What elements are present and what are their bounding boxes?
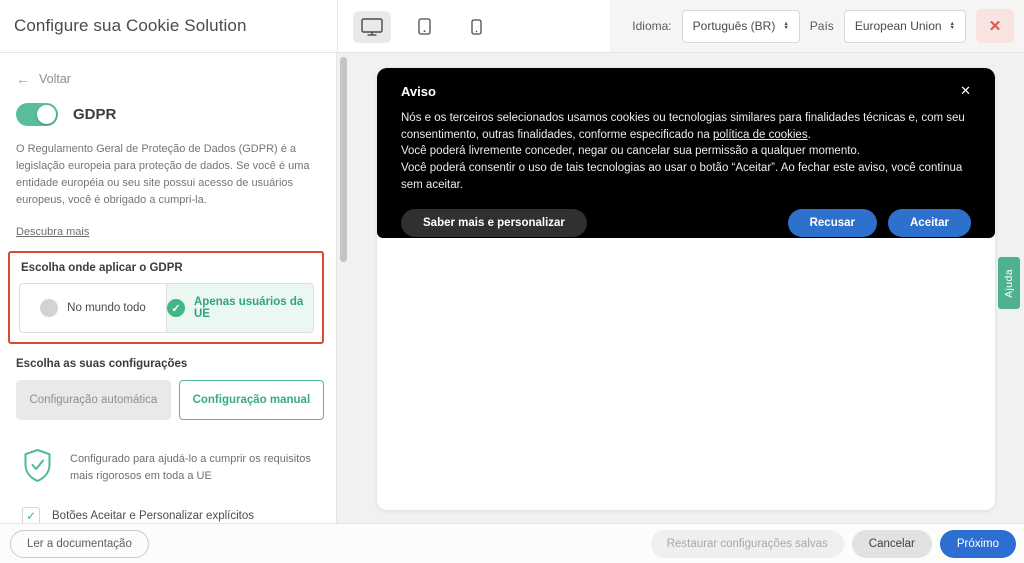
- back-arrow-icon: ←: [16, 71, 30, 87]
- gdpr-scope-highlight-box: Escolha onde aplicar o GDPR No mundo tod…: [8, 251, 324, 345]
- gdpr-label: GDPR: [73, 106, 117, 123]
- desktop-preview-button[interactable]: [353, 10, 391, 43]
- page-title: Configure sua Cookie Solution: [14, 16, 247, 35]
- close-icon: ✕: [988, 18, 1002, 35]
- footer-bar: Ler a documentação Restaurar configuraçõ…: [0, 523, 1024, 563]
- explicit-buttons-label: Botões Aceitar e Personalizar explícitos: [52, 510, 254, 523]
- config-manual-button[interactable]: Configuração manual: [178, 380, 324, 421]
- option-worldwide[interactable]: No mundo todo: [20, 284, 167, 333]
- language-label: Idioma:: [632, 19, 672, 33]
- compliance-note-text: Configurado para ajudá-lo a cumprir os r…: [70, 453, 311, 483]
- banner-preview-panel: Aviso ✕ Nós e os terceiros selecionados …: [377, 68, 995, 510]
- banner-close-icon[interactable]: ✕: [960, 83, 971, 99]
- config-auto-button[interactable]: Configuração automática: [16, 380, 171, 421]
- banner-title: Aviso: [401, 84, 436, 99]
- help-tab-label: Ajuda: [1003, 268, 1015, 298]
- close-configurator-button[interactable]: ✕: [976, 9, 1014, 43]
- config-buttons-row: Configuração automática Configuração man…: [16, 380, 324, 421]
- discover-more-link[interactable]: Descubra mais: [16, 226, 89, 238]
- option-eu-only-label: Apenas usuários da UE: [194, 296, 304, 321]
- cookie-policy-link[interactable]: política de cookies: [713, 129, 808, 141]
- option-worldwide-label: No mundo todo: [67, 302, 146, 315]
- mobile-preview-button[interactable]: [457, 11, 495, 43]
- config-heading: Escolha as suas configurações: [16, 358, 188, 371]
- accept-button[interactable]: Aceitar: [888, 209, 971, 238]
- cancel-button[interactable]: Cancelar: [851, 529, 932, 558]
- country-select[interactable]: European Union ▲ ▼: [843, 9, 966, 43]
- next-button[interactable]: Próximo: [939, 529, 1016, 558]
- tablet-icon: [417, 18, 431, 35]
- settings-sidebar: ← Voltar GDPR O Regulamento Geral de Pro…: [0, 53, 337, 523]
- banner-text-intro-end: .: [807, 128, 811, 141]
- mobile-icon: [470, 18, 482, 35]
- banner-text-intro: Nós e os terceiros selecionados usamos c…: [401, 112, 965, 141]
- chevron-updown-icon: ▲ ▼: [783, 21, 789, 31]
- sidebar-scrollbar-thumb[interactable]: [340, 57, 347, 262]
- chevron-updown-icon: ▲ ▼: [949, 21, 955, 31]
- option-eu-only[interactable]: ✓ Apenas usuários da UE: [167, 284, 313, 333]
- cookie-banner-preview: Aviso ✕ Nós e os terceiros selecionados …: [377, 68, 995, 238]
- banner-actions: Saber mais e personalizar Recusar Aceita…: [401, 209, 971, 238]
- explicit-buttons-checkbox-row[interactable]: ✓ Botões Aceitar e Personalizar explícit…: [16, 507, 324, 523]
- gdpr-toggle-row: GDPR: [16, 103, 324, 126]
- gdpr-scope-segmented-control: No mundo todo ✓ Apenas usuários da UE: [19, 283, 314, 334]
- banner-body: Nós e os terceiros selecionados usamos c…: [401, 110, 971, 193]
- country-label: País: [809, 19, 834, 33]
- tablet-preview-button[interactable]: [405, 11, 443, 43]
- gdpr-scope-heading: Escolha onde aplicar o GDPR: [21, 262, 183, 275]
- reject-button[interactable]: Recusar: [787, 209, 877, 238]
- radio-unselected-icon: [40, 299, 59, 318]
- top-bar-controls: Idioma: Português (BR) ▲ ▼ País European …: [632, 9, 1014, 43]
- footer-actions: Restaurar configurações salvas Cancelar …: [650, 529, 1016, 558]
- banner-text-line2: Você poderá livremente conceder, negar o…: [401, 145, 860, 158]
- check-circle-icon: ✓: [167, 299, 185, 318]
- top-bar: Configure sua Cookie Solution Idioma: Po…: [0, 0, 1024, 53]
- device-preview-switcher: [353, 10, 495, 43]
- language-select[interactable]: Português (BR) ▲ ▼: [681, 9, 800, 43]
- cookie-solution-configurator: Configure sua Cookie Solution Idioma: Po…: [0, 0, 1024, 563]
- read-docs-button[interactable]: Ler a documentação: [10, 529, 149, 558]
- back-link[interactable]: ← Voltar: [16, 71, 86, 87]
- language-select-value: Português (BR): [692, 19, 776, 33]
- banner-text-line3: Você poderá consentir o uso de tais tecn…: [401, 162, 963, 191]
- customize-button[interactable]: Saber mais e personalizar: [401, 209, 587, 238]
- toggle-knob: [37, 105, 56, 124]
- compliance-note: Configurado para ajudá-lo a cumprir os r…: [16, 448, 324, 488]
- shield-check-icon: [22, 448, 53, 488]
- country-select-value: European Union: [854, 19, 942, 33]
- top-bar-divider: [337, 0, 338, 52]
- help-tab[interactable]: Ajuda: [998, 257, 1020, 309]
- gdpr-description: O Regulamento Geral de Proteção de Dados…: [16, 143, 310, 207]
- checkbox-checked-icon[interactable]: ✓: [22, 507, 40, 523]
- desktop-icon: [361, 17, 383, 36]
- gdpr-toggle[interactable]: [16, 103, 58, 126]
- restore-settings-button[interactable]: Restaurar configurações salvas: [650, 529, 844, 558]
- back-label: Voltar: [39, 72, 71, 86]
